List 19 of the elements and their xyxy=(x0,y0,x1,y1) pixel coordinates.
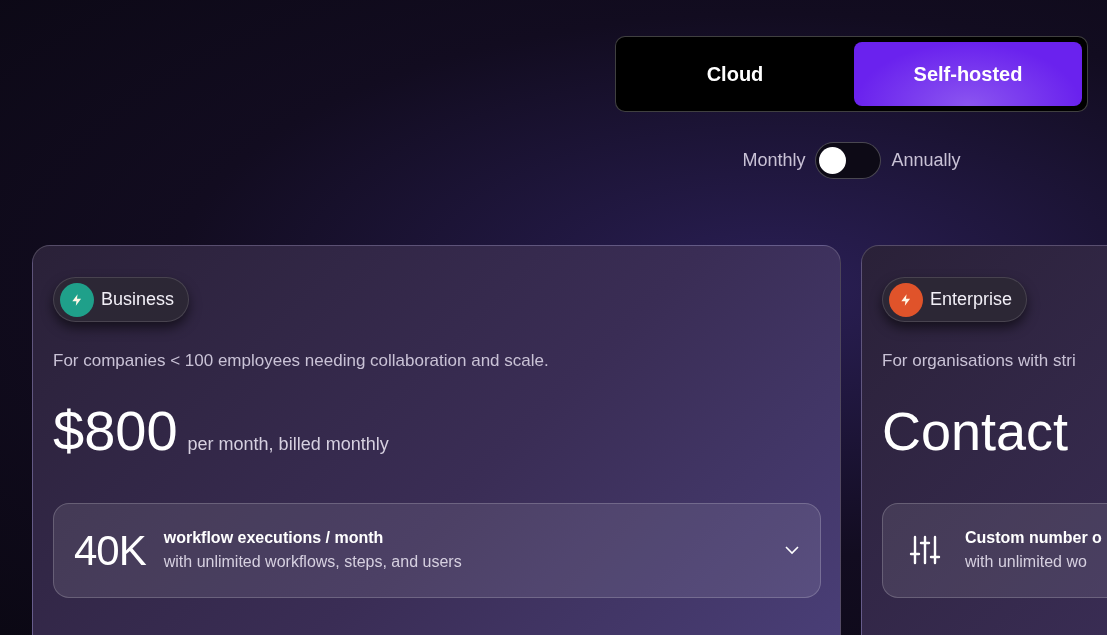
feature-title: Custom number o xyxy=(965,528,1103,548)
monthly-label: Monthly xyxy=(742,149,806,172)
sliders-icon xyxy=(909,534,941,566)
feature-subtitle: with unlimited workflows, steps, and users xyxy=(163,552,463,572)
plan-description: For organisations with stri xyxy=(882,350,1077,372)
billing-toggle[interactable] xyxy=(815,142,882,179)
plan-price: $800 xyxy=(53,397,178,464)
feature-row[interactable]: 40K workflow executions / month with unlimited workflows, steps, and users xyxy=(53,502,821,598)
price-note: per month, billed monthly xyxy=(187,432,389,456)
feature-amount: 40K xyxy=(74,525,146,576)
annually-label: Annually xyxy=(891,149,961,172)
feature-subtitle: with unlimited wo xyxy=(965,552,1088,572)
feature-row[interactable]: Custom number o with unlimited wo xyxy=(882,502,1107,598)
plan-price: Contact xyxy=(882,399,1069,463)
plan-name: Enterprise xyxy=(930,288,1013,311)
feature-title: workflow executions / month xyxy=(163,528,385,548)
plan-name: Business xyxy=(101,288,175,311)
deployment-tab[interactable]: Self-hosted xyxy=(854,42,1082,106)
plan-description: For companies < 100 employees needing collaboration and scale. xyxy=(53,350,550,372)
